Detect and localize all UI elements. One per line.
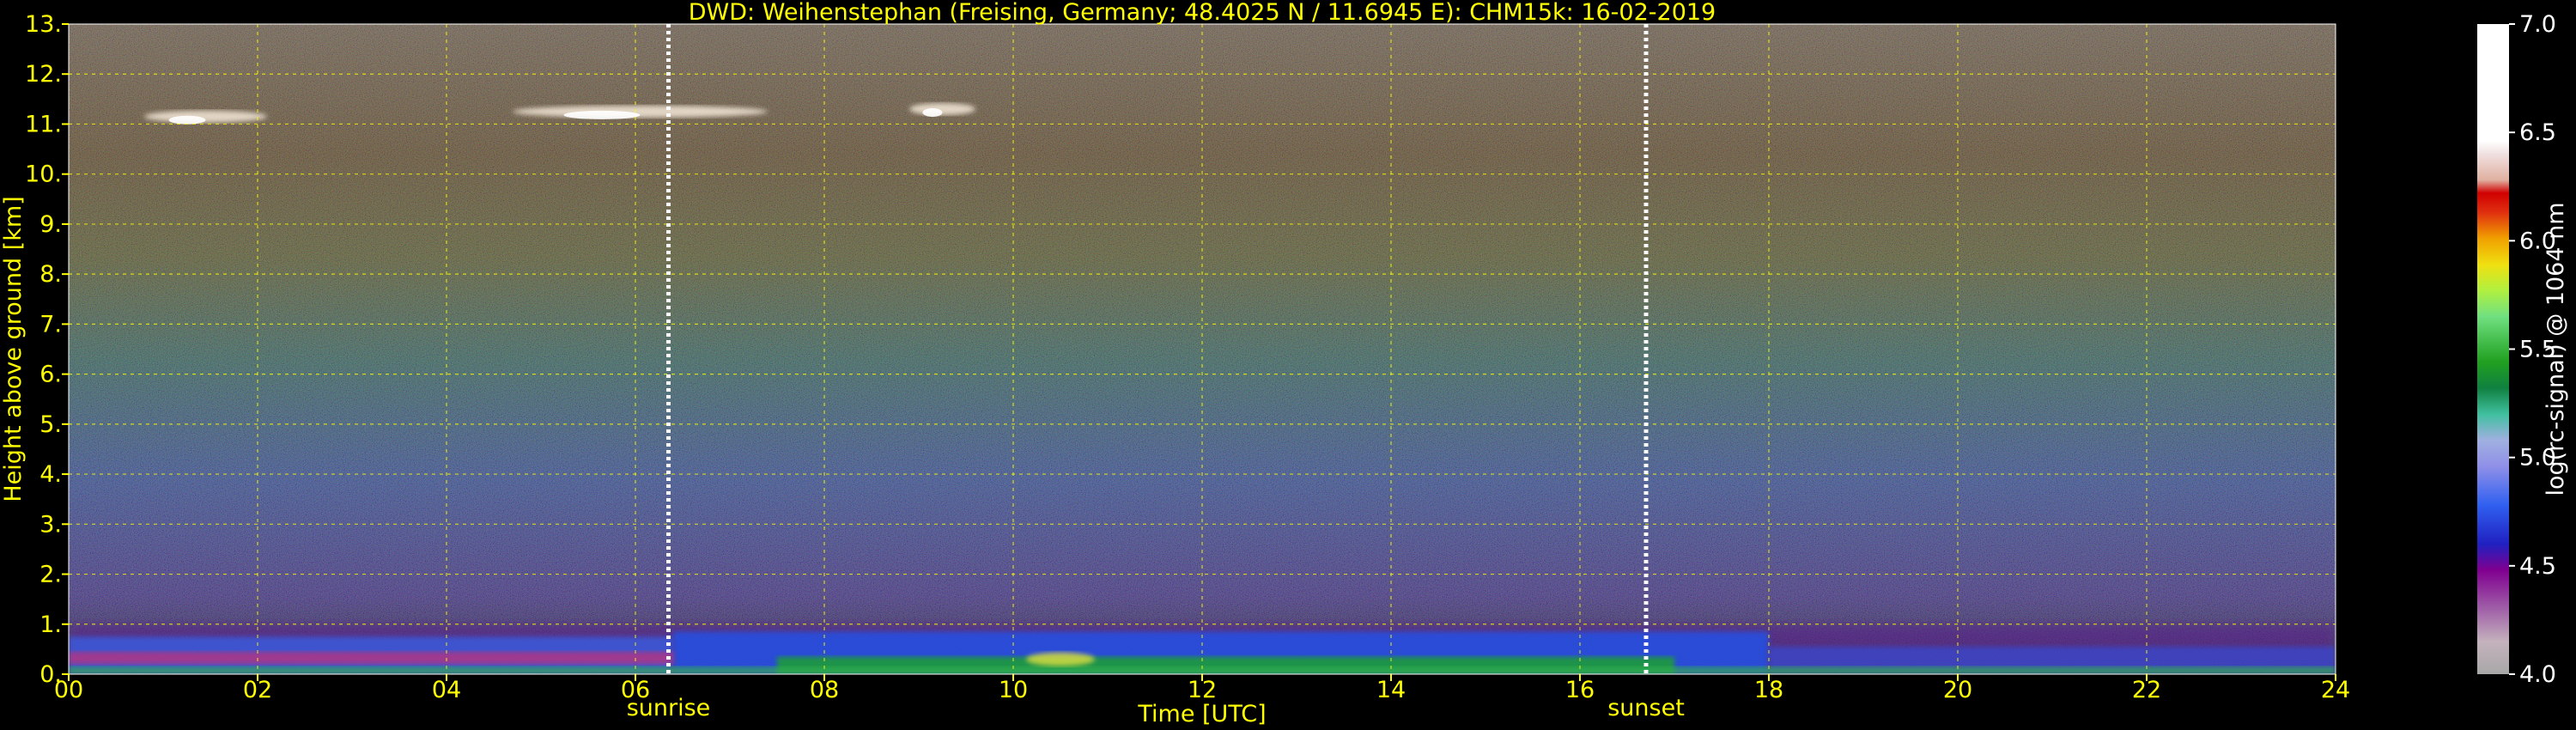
ceilometer-chart: sunrise sunset 00 02 04 06 08 10 12 14 16 18 20 22 24… bbox=[0, 0, 2569, 727]
x-tick-label: 02 bbox=[243, 677, 272, 703]
y-axis-label: Height above ground [km] bbox=[0, 196, 27, 502]
x-tick-label: 16 bbox=[1565, 677, 1595, 703]
colorbar-tick-label: 4.0 bbox=[2519, 661, 2556, 688]
y-tick-label: 5. bbox=[39, 411, 62, 438]
cloud-feature bbox=[144, 110, 267, 123]
x-tick-label: 12 bbox=[1188, 677, 1217, 703]
cloud-feature bbox=[513, 105, 768, 118]
x-tick-label: 20 bbox=[1943, 677, 1972, 703]
y-tick-label: 8. bbox=[39, 261, 62, 288]
y-tick-label: 9. bbox=[39, 211, 62, 238]
x-tick-label: 18 bbox=[1754, 677, 1783, 703]
y-tick-label: 12. bbox=[25, 61, 62, 88]
x-tick-label: 14 bbox=[1376, 677, 1406, 703]
x-tick-label: 04 bbox=[432, 677, 461, 703]
x-tick-label: 06 bbox=[621, 677, 650, 703]
y-tick-label: 6. bbox=[39, 362, 62, 388]
chart-title: DWD: Weihenstephan (Freising, Germany; 4… bbox=[689, 0, 1716, 26]
y-tick-label: 0. bbox=[39, 661, 62, 688]
colorbar-gradient bbox=[2477, 24, 2509, 674]
colorbar: 4.04.55.05.56.06.57.0 log(rc-signal) @ 1… bbox=[2477, 11, 2569, 688]
colorbar-tick-label: 6.5 bbox=[2519, 119, 2556, 146]
x-axis-label: Time [UTC] bbox=[1137, 701, 1266, 727]
y-tick-label: 1. bbox=[39, 611, 62, 638]
y-tick-label: 13. bbox=[25, 11, 62, 38]
y-tick-label: 4. bbox=[39, 461, 62, 488]
y-tick-label: 3. bbox=[39, 511, 62, 538]
sunset-label: sunset bbox=[1607, 695, 1685, 721]
colorbar-tick-label: 4.5 bbox=[2519, 553, 2556, 580]
y-tick-label: 2. bbox=[39, 562, 62, 588]
y-tick-label: 10. bbox=[25, 161, 62, 188]
y-tick-label: 11. bbox=[25, 111, 62, 137]
cloud-feature bbox=[909, 102, 975, 115]
x-tick-label: 24 bbox=[2321, 677, 2350, 703]
colorbar-label: log(rc-signal) @ 1064 nm bbox=[2543, 202, 2569, 496]
x-tick-label: 08 bbox=[810, 677, 839, 703]
x-tick-label: 10 bbox=[999, 677, 1028, 703]
colorbar-tick-label: 7.0 bbox=[2519, 11, 2556, 38]
y-tick-label: 7. bbox=[39, 311, 62, 338]
x-tick-label: 22 bbox=[2132, 677, 2161, 703]
